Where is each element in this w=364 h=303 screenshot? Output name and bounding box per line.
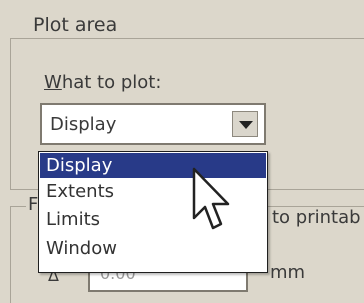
combobox-value: Display xyxy=(50,114,117,135)
plot-area-title: Plot area xyxy=(27,14,124,36)
center-to-printable-label: to printab xyxy=(272,207,361,228)
dialog-panel: Plot area What to plot: Display F to pri… xyxy=(0,0,364,303)
what-to-plot-label: What to plot: xyxy=(44,72,161,93)
accelerator-letter: W xyxy=(44,72,62,93)
what-to-plot-combobox[interactable]: Display xyxy=(40,103,266,145)
chevron-down-icon[interactable] xyxy=(232,111,258,137)
unit-label: mm xyxy=(270,262,306,283)
what-to-plot-label-text: hat to plot: xyxy=(61,72,162,93)
option-window[interactable]: Window xyxy=(40,236,266,261)
mouse-pointer-icon xyxy=(192,167,230,230)
